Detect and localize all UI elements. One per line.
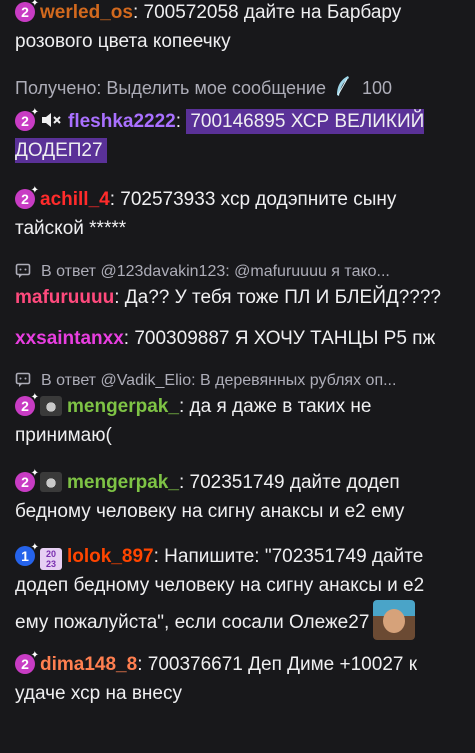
reply-context[interactable]: В ответ @123davakin123: @mafuruuuu я так… xyxy=(15,258,462,286)
chat-message: xxsaintanxx: 700309887 Я ХОЧУ ТАНЦЫ Р5 п… xyxy=(15,328,436,349)
subscriber-badge-icon[interactable]: 2 ✦ xyxy=(15,651,39,674)
reply-text: В ответ @123davakin123: @mafuruuuu я так… xyxy=(41,263,390,280)
avatar-badge-icon[interactable] xyxy=(40,472,62,492)
muted-speaker-icon xyxy=(42,113,61,127)
year-badge-icon[interactable]: 20 23 xyxy=(40,548,62,570)
chat-list: 2 ✦ werled_os: 700572058 дайте на Барбару … xyxy=(0,0,475,708)
chat-message: mafuruuuu: Да?? У тебя тоже ПЛ И БЛЕЙД??… xyxy=(15,287,441,308)
chat-message: 2 ✦ werled_os: 700572058 дайте на Барбару … xyxy=(15,0,402,52)
chat-username[interactable]: mengerpak_ xyxy=(67,472,179,493)
chat-message: 1 ✦ 20 23 lolok_897: Напишите: "702351749 да… xyxy=(15,542,462,640)
subscriber-badge-icon[interactable]: 2 ✦ xyxy=(15,0,39,22)
chat-text: 700309887 Я ХОЧУ ТАНЦЫ Р5 пж xyxy=(129,328,436,349)
subscriber-badge-icon[interactable]: 2 ✦ xyxy=(15,469,39,492)
subscriber-badge-icon[interactable]: 2 ✦ xyxy=(15,186,39,209)
chat-message: 2 ✦ mengerpak_: да я даже в таких не прини… xyxy=(15,392,372,446)
reward-redemption: Получено: Выделить мое сообщение 100 xyxy=(15,74,462,103)
chat-username[interactable]: werled_os xyxy=(40,2,133,23)
chat-message: 2 ✦ achill_4: 702573933 хср додэпните сыну… xyxy=(15,185,397,239)
chat-username[interactable]: dima148_8 xyxy=(40,654,137,675)
reply-icon xyxy=(15,263,31,278)
chat-message-highlighted: 2 ✦ fleshka2222: 700146895 ХСР ВЕЛИКИЙ ДОД… xyxy=(15,107,425,163)
chat-username[interactable]: mafuruuuu xyxy=(15,287,114,308)
subscriber-badge-icon[interactable]: 2 ✦ xyxy=(15,108,39,131)
chat-username[interactable]: mengerpak_ xyxy=(67,396,179,417)
chat-text: Да?? У тебя тоже ПЛ И БЛЕЙД???? xyxy=(119,287,441,308)
reply-icon xyxy=(15,372,31,387)
chat-username[interactable]: lolok_897 xyxy=(67,546,154,567)
chat-message: 2 ✦ mengerpak_: 702351749 дайте додеп бедн… xyxy=(15,468,405,522)
emote-image[interactable] xyxy=(373,600,416,640)
chat-username[interactable]: fleshka2222 xyxy=(68,111,176,132)
avatar-badge-icon[interactable] xyxy=(40,396,62,416)
subscriber-badge-icon[interactable]: 1 ✦ xyxy=(15,543,39,566)
feather-icon xyxy=(337,76,349,96)
reward-label: Получено: Выделить мое сообщение xyxy=(15,78,326,98)
reply-context[interactable]: В ответ @Vadik_Elio: В деревянных рублях… xyxy=(15,367,462,395)
reward-cost: 100 xyxy=(362,78,393,98)
reply-text: В ответ @Vadik_Elio: В деревянных рублях… xyxy=(41,372,397,389)
chat-username[interactable]: xxsaintanxx xyxy=(15,328,124,349)
chat-message: 2 ✦ dima148_8: 700376671 Деп Диме +10027 к… xyxy=(15,650,418,704)
subscriber-badge-icon[interactable]: 2 ✦ xyxy=(15,393,39,416)
chat-username[interactable]: achill_4 xyxy=(40,189,110,210)
